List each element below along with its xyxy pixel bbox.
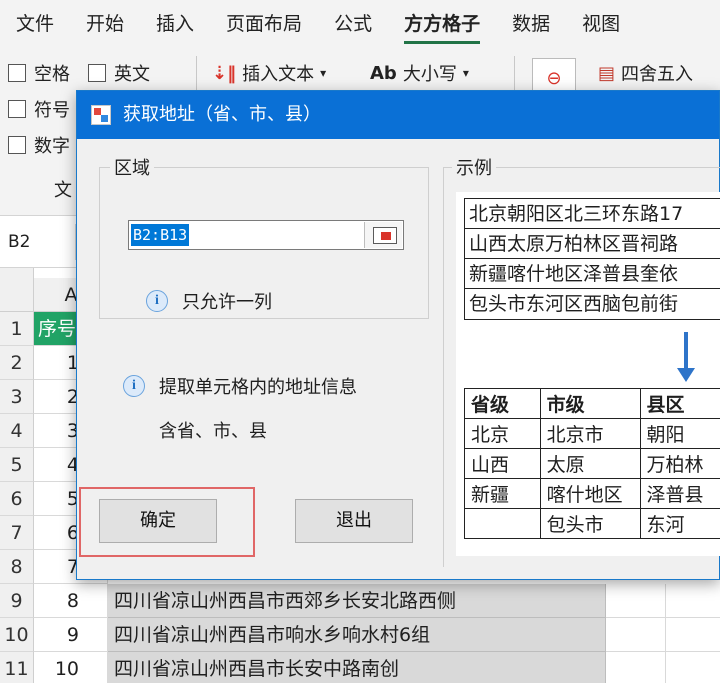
example-cell: 泽普县 [639,478,720,509]
example-label: 示例 [452,154,496,180]
cell[interactable]: 10 [34,652,108,683]
checkbox-icon [88,64,106,82]
cell[interactable] [606,652,666,683]
menu-file[interactable]: 文件 [0,0,70,48]
row-header[interactable]: 11 [0,652,34,683]
row-header[interactable]: 10 [0,618,34,652]
menu-fangfang-gezi[interactable]: 方方格子 [388,0,496,48]
example-header: 市级 [539,388,641,419]
row-header[interactable]: 3 [0,380,34,414]
menu-page-layout[interactable]: 页面布局 [210,0,318,48]
arrow-down-icon [684,332,688,372]
example-cell: 山西 [464,448,541,479]
example-image: 北京朝阳区北三环东路17 山西太原万柏林区晋祠路 新疆喀什地区泽普县奎依 包头市… [456,192,720,556]
ok-button[interactable]: 确定 [99,499,217,543]
example-cell: 包头市 [539,508,641,539]
example-cell: 北京市 [539,418,641,449]
insert-text-button[interactable]: ⇣‖ 插入文本 ▾ [212,60,326,86]
cell[interactable] [666,618,720,652]
cell[interactable]: 9 [34,618,108,652]
insert-text-icon: ⇣‖ [212,62,237,84]
example-cell: 喀什地区 [539,478,641,509]
range-value[interactable]: B2:B13 [131,224,190,246]
info-icon: i [146,290,168,312]
space-checkbox[interactable]: 空格 [8,60,70,86]
example-source-row: 北京朝阳区北三环东路17 [465,199,720,229]
example-source-row: 包头市东河区西脑包前街 [469,293,679,315]
area-label: 区域 [110,154,154,180]
example-cell: 太原 [539,448,641,479]
menu-data[interactable]: 数据 [496,0,566,48]
example-cell [464,508,541,539]
exit-button[interactable]: 退出 [295,499,413,543]
row-header[interactable]: 5 [0,448,34,482]
info-icon: i [123,375,145,397]
range-input[interactable]: B2:B13 [128,220,404,250]
select-all-corner[interactable] [0,268,34,312]
chevron-down-icon: ▾ [320,66,327,80]
address-cell[interactable]: 四川省凉山州西昌市响水乡响水村6组 [108,618,606,652]
symbol-checkbox[interactable]: 符号 [8,96,70,122]
menu-view[interactable]: 视图 [566,0,636,48]
checkbox-icon [8,64,26,82]
case-button[interactable]: Ab 大小写 ▾ [370,60,469,86]
address-cell[interactable]: 四川省凉山州西昌市长安中路南创 [108,652,606,683]
chevron-down-icon: ▾ [462,66,469,80]
example-cell: 新疆 [464,478,541,509]
row-header[interactable]: 2 [0,346,34,380]
example-source-list: 北京朝阳区北三环东路17 山西太原万柏林区晋祠路 新疆喀什地区泽普县奎依 包头市… [464,198,720,320]
cell[interactable] [666,584,720,618]
extract-info-note: i 提取单元格内的地址信息 [123,373,357,399]
cell[interactable] [666,652,720,683]
arrow-head-icon [677,368,695,382]
example-header: 县区 [639,388,720,419]
menu-formulas[interactable]: 公式 [318,0,388,48]
row-header[interactable]: 9 [0,584,34,618]
area-group: 区域 B2:B13 i 只允许一列 [99,154,429,319]
example-cell: 东河 [639,508,720,539]
menu-home[interactable]: 开始 [70,0,140,48]
number-checkbox[interactable]: 数字 [8,132,70,158]
contains-note: 含省、市、县 [159,421,267,442]
row-header[interactable]: 8 [0,550,34,584]
round-icon: ▤ [598,62,616,84]
address-cell[interactable]: 四川省凉山州西昌市西郊乡长安北路西侧 [108,584,606,618]
app-icon [91,105,111,125]
range-select-icon[interactable] [364,222,402,248]
example-cell: 万柏林 [639,448,720,479]
example-result-table: 省级 市级 县区 北京 北京市 朝阳 山西 太原 万柏林 新疆 喀什地区 泽普县… [464,388,720,539]
example-source-row: 新疆喀什地区泽普县奎依 [465,259,720,289]
example-cell: 朝阳 [639,418,720,449]
dialog-title[interactable]: 获取地址（省、市、县） [77,91,719,139]
example-source-row: 山西太原万柏林区晋祠路 [465,229,720,259]
cell[interactable]: 8 [34,584,108,618]
cell[interactable] [606,618,666,652]
example-header: 省级 [464,388,541,419]
round-button[interactable]: ▤ 四舍五入 [598,60,693,86]
english-checkbox[interactable]: 英文 [88,60,150,86]
row-header[interactable]: 7 [0,516,34,550]
cell[interactable] [606,584,666,618]
name-box[interactable]: B2 [0,224,76,260]
row-header[interactable]: 6 [0,482,34,516]
row-header[interactable]: 1 [0,312,34,346]
row-header[interactable]: 4 [0,414,34,448]
get-address-dialog: 获取地址（省、市、县） 区域 B2:B13 i 只允许一列 i 提取单元格内的地… [76,90,720,580]
case-icon: Ab [370,62,397,84]
only-one-column-note: i 只允许一列 [146,288,272,314]
example-cell: 北京 [464,418,541,449]
ribbon-group-label: 文 [54,180,72,201]
example-group: 示例 北京朝阳区北三环东路17 山西太原万柏林区晋祠路 新疆喀什地区泽普县奎依 … [443,154,720,567]
checkbox-icon [8,136,26,154]
checkbox-icon [8,100,26,118]
menu-bar: 文件 开始 插入 页面布局 公式 方方格子 数据 视图 [0,0,720,48]
menu-insert[interactable]: 插入 [140,0,210,48]
